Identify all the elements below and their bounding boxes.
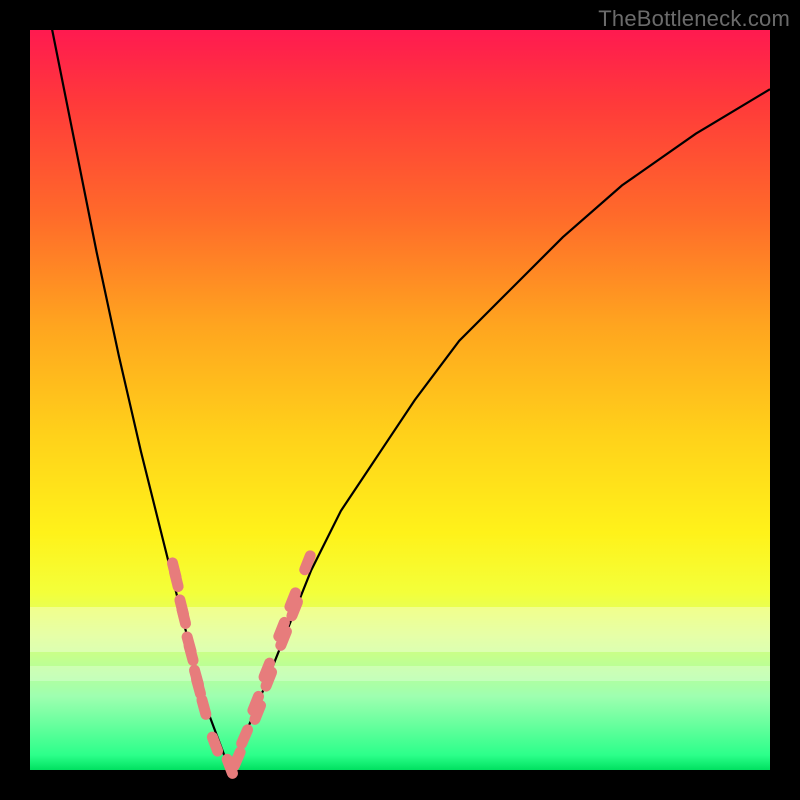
- chart-frame: TheBottleneck.com: [0, 0, 800, 800]
- curve-layer: [30, 30, 770, 770]
- curve-marker: [175, 602, 192, 630]
- curve-marker: [205, 730, 224, 758]
- curve-marker: [182, 639, 199, 667]
- curve-marker: [168, 565, 185, 593]
- marker-group: [166, 549, 318, 781]
- curve-marker: [234, 723, 254, 751]
- watermark-text: TheBottleneck.com: [598, 6, 790, 32]
- bottleneck-curve: [30, 0, 770, 770]
- plot-area: [30, 30, 770, 770]
- curve-marker: [195, 693, 212, 721]
